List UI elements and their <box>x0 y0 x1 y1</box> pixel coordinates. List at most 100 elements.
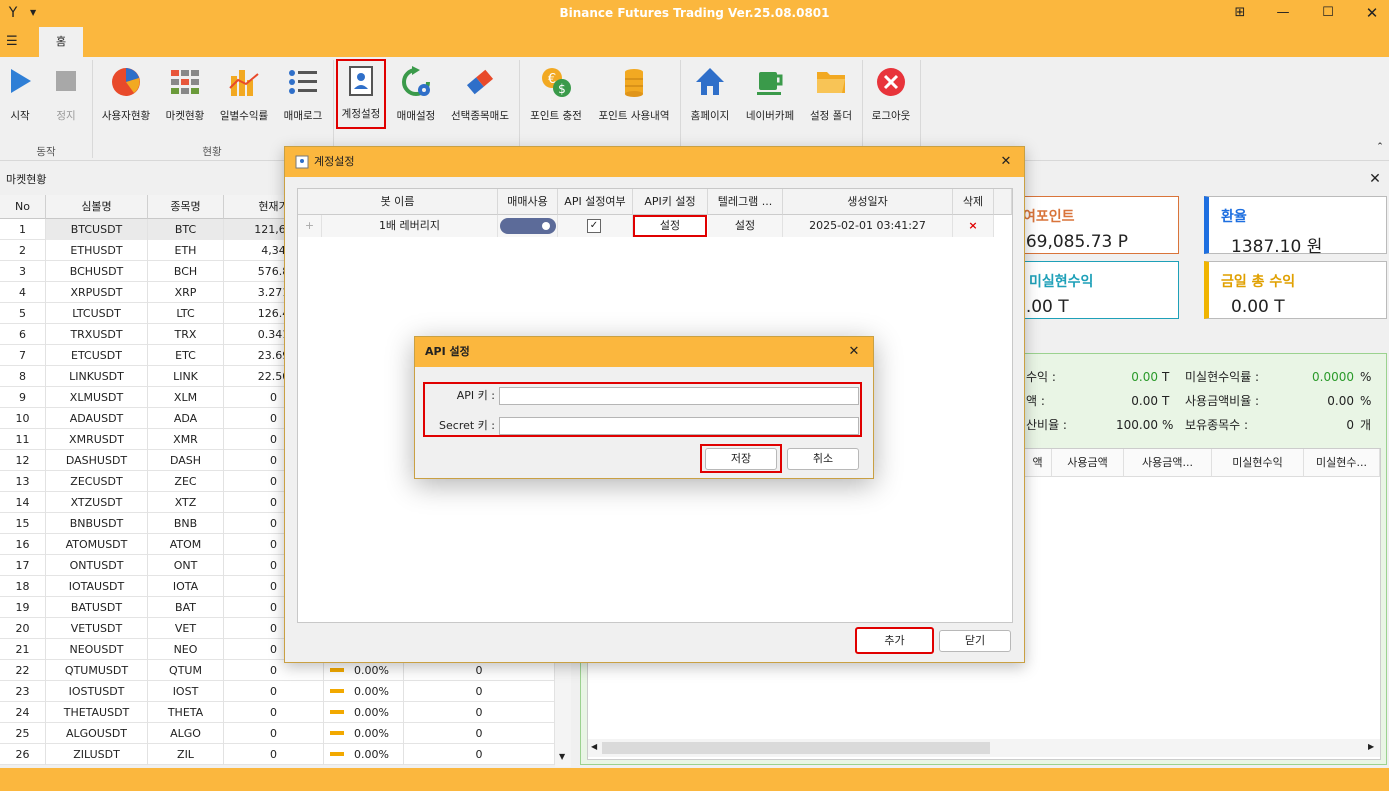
holdings-col-amount[interactable]: 액 <box>1024 449 1052 477</box>
holdings-col-unrealized-rate[interactable]: 미실현수... <box>1304 449 1380 477</box>
start-button[interactable]: 시작 <box>2 60 38 132</box>
point-charge-button[interactable]: € $ 포인트 충전 <box>524 60 588 132</box>
row-coin: ONT <box>148 555 224 576</box>
holdings-col-unrealized[interactable]: 미실현수익 <box>1212 449 1304 477</box>
add-bot-button[interactable]: 추가 <box>855 627 934 654</box>
dialog-close-button[interactable]: 닫기 <box>939 630 1011 652</box>
row-no: 2 <box>0 240 46 261</box>
scroll-right-icon[interactable]: ▶ <box>1368 742 1374 751</box>
window-title: Binance Futures Trading Ver.25.08.0801 <box>559 6 830 20</box>
bot-col-api-status[interactable]: API 설정여부 <box>558 189 633 215</box>
row-no: 19 <box>0 597 46 618</box>
stop-icon <box>49 66 83 98</box>
eraser-icon <box>463 66 497 98</box>
bot-row-delete-icon[interactable]: × <box>953 215 994 237</box>
tab-home[interactable]: 홈 <box>39 27 83 57</box>
market-row[interactable]: 26 ZILUSDT ZIL 0 0.00% 0 <box>0 744 555 765</box>
row-no: 10 <box>0 408 46 429</box>
settings-folder-button[interactable]: 설정 폴더 <box>804 60 858 132</box>
daily-profit-button[interactable]: 일별수익률 <box>216 60 272 132</box>
trade-log-button[interactable]: 매매로그 <box>278 60 328 132</box>
bot-col-delete[interactable]: 삭제 <box>953 189 994 215</box>
market-row[interactable]: 22 QTUMUSDT QTUM 0 0.00% 0 <box>0 660 555 681</box>
point-history-button[interactable]: 포인트 사용내역 <box>594 60 674 132</box>
homepage-button[interactable]: 홈페이지 <box>686 60 734 132</box>
account-settings-close-icon[interactable]: ✕ <box>997 153 1015 171</box>
exchange-rate-card: 환율 1387.10 원 <box>1204 196 1387 257</box>
logout-button[interactable]: 로그아웃 <box>866 60 916 132</box>
exchange-rate-value: 1387.10 원 <box>1231 237 1323 257</box>
row-no: 20 <box>0 618 46 639</box>
row-volume: 0 <box>404 702 555 723</box>
today-profit-value: 0.00 T <box>1231 297 1285 317</box>
maximize-button[interactable]: ☐ <box>1316 3 1340 23</box>
col-symbol[interactable]: 심볼명 <box>46 195 148 219</box>
restore-layout-icon[interactable]: ⊞ <box>1228 3 1252 23</box>
bot-col-api-key[interactable]: API키 설정 <box>633 189 708 215</box>
row-no: 9 <box>0 387 46 408</box>
row-coin: QTUM <box>148 660 224 681</box>
sell-selected-button[interactable]: 선택종목매도 <box>446 60 514 132</box>
collapse-ribbon-icon[interactable]: ⌃ <box>1374 142 1386 154</box>
bot-row-expand-icon[interactable]: + <box>298 215 322 237</box>
api-key-input[interactable] <box>499 387 859 405</box>
scroll-left-icon[interactable]: ◀ <box>591 742 597 751</box>
account-settings-button[interactable]: 계정설정 <box>336 59 386 129</box>
stat-amount-unit: T <box>1162 394 1170 408</box>
telegram-set-button[interactable]: 설정 <box>708 215 783 237</box>
row-coin: XRP <box>148 282 224 303</box>
row-price: 0 <box>224 723 324 744</box>
bot-col-name[interactable]: 봇 이름 <box>298 189 498 215</box>
col-no[interactable]: No <box>0 195 46 219</box>
secret-key-input[interactable] <box>499 417 859 435</box>
scrollbar-thumb[interactable] <box>602 742 990 754</box>
api-settings-close-icon[interactable]: ✕ <box>845 343 863 361</box>
row-coin: ZEC <box>148 471 224 492</box>
change-flat-icon <box>330 668 344 672</box>
bot-col-trading[interactable]: 매매사용 <box>498 189 558 215</box>
stat-allocation-unit: % <box>1162 418 1174 432</box>
file-menu-icon[interactable]: ☰ <box>6 34 22 50</box>
close-window-button[interactable]: ✕ <box>1360 3 1384 23</box>
col-coin-name[interactable]: 종목명 <box>148 195 224 219</box>
market-status-button[interactable]: 마켓현황 <box>160 60 210 132</box>
trading-toggle[interactable] <box>500 218 556 234</box>
home-icon <box>693 66 727 98</box>
stop-button[interactable]: 정지 <box>46 60 86 132</box>
bot-row-name[interactable]: 1배 레버리지 <box>322 215 498 237</box>
holdings-col-used-ratio[interactable]: 사용금액... <box>1124 449 1212 477</box>
account-settings-title: 계정설정 <box>314 155 355 168</box>
api-settings-title: API 설정 <box>425 345 470 358</box>
bot-col-telegram[interactable]: 텔레그램 ... <box>708 189 783 215</box>
secret-key-label: Secret 키 : <box>439 419 495 432</box>
row-symbol: ETCUSDT <box>46 345 148 366</box>
change-value: 0.00% <box>354 727 389 740</box>
market-row[interactable]: 25 ALGOUSDT ALGO 0 0.00% 0 <box>0 723 555 744</box>
trade-settings-button[interactable]: 매매설정 <box>392 60 440 132</box>
cancel-button[interactable]: 취소 <box>787 448 859 470</box>
market-row[interactable]: 23 IOSTUSDT IOST 0 0.00% 0 <box>0 681 555 702</box>
stat-unrealized-rate-label: 미실현수익률 : <box>1185 370 1260 384</box>
pie-chart-icon <box>109 66 143 98</box>
panel-close-icon[interactable]: ✕ <box>1366 170 1384 188</box>
holdings-col-used[interactable]: 사용금액 <box>1052 449 1124 477</box>
scroll-down-icon[interactable]: ▼ <box>559 752 565 761</box>
holdings-horizontal-scrollbar[interactable]: ◀ ▶ <box>588 739 1380 757</box>
bot-col-created[interactable]: 생성일자 <box>783 189 953 215</box>
market-row[interactable]: 24 THETAUSDT THETA 0 0.00% 0 <box>0 702 555 723</box>
minimize-button[interactable]: — <box>1271 3 1295 23</box>
stat-amount-label: 액 : <box>1026 394 1045 408</box>
row-no: 5 <box>0 303 46 324</box>
row-symbol: ADAUSDT <box>46 408 148 429</box>
save-button[interactable]: 저장 <box>705 448 777 470</box>
row-coin: ETH <box>148 240 224 261</box>
status-bar <box>0 768 1389 791</box>
points-card-value: 569,085.73 P <box>1015 232 1128 252</box>
row-no: 13 <box>0 471 46 492</box>
user-status-button[interactable]: 사용자현황 <box>98 60 154 132</box>
api-key-set-button[interactable]: 설정 <box>633 215 707 237</box>
points-card: 여포인트 569,085.73 P <box>1010 196 1179 254</box>
naver-cafe-button[interactable]: 네이버카페 <box>740 60 800 132</box>
api-status-checkbox[interactable]: ✓ <box>587 219 601 233</box>
row-coin: XTZ <box>148 492 224 513</box>
